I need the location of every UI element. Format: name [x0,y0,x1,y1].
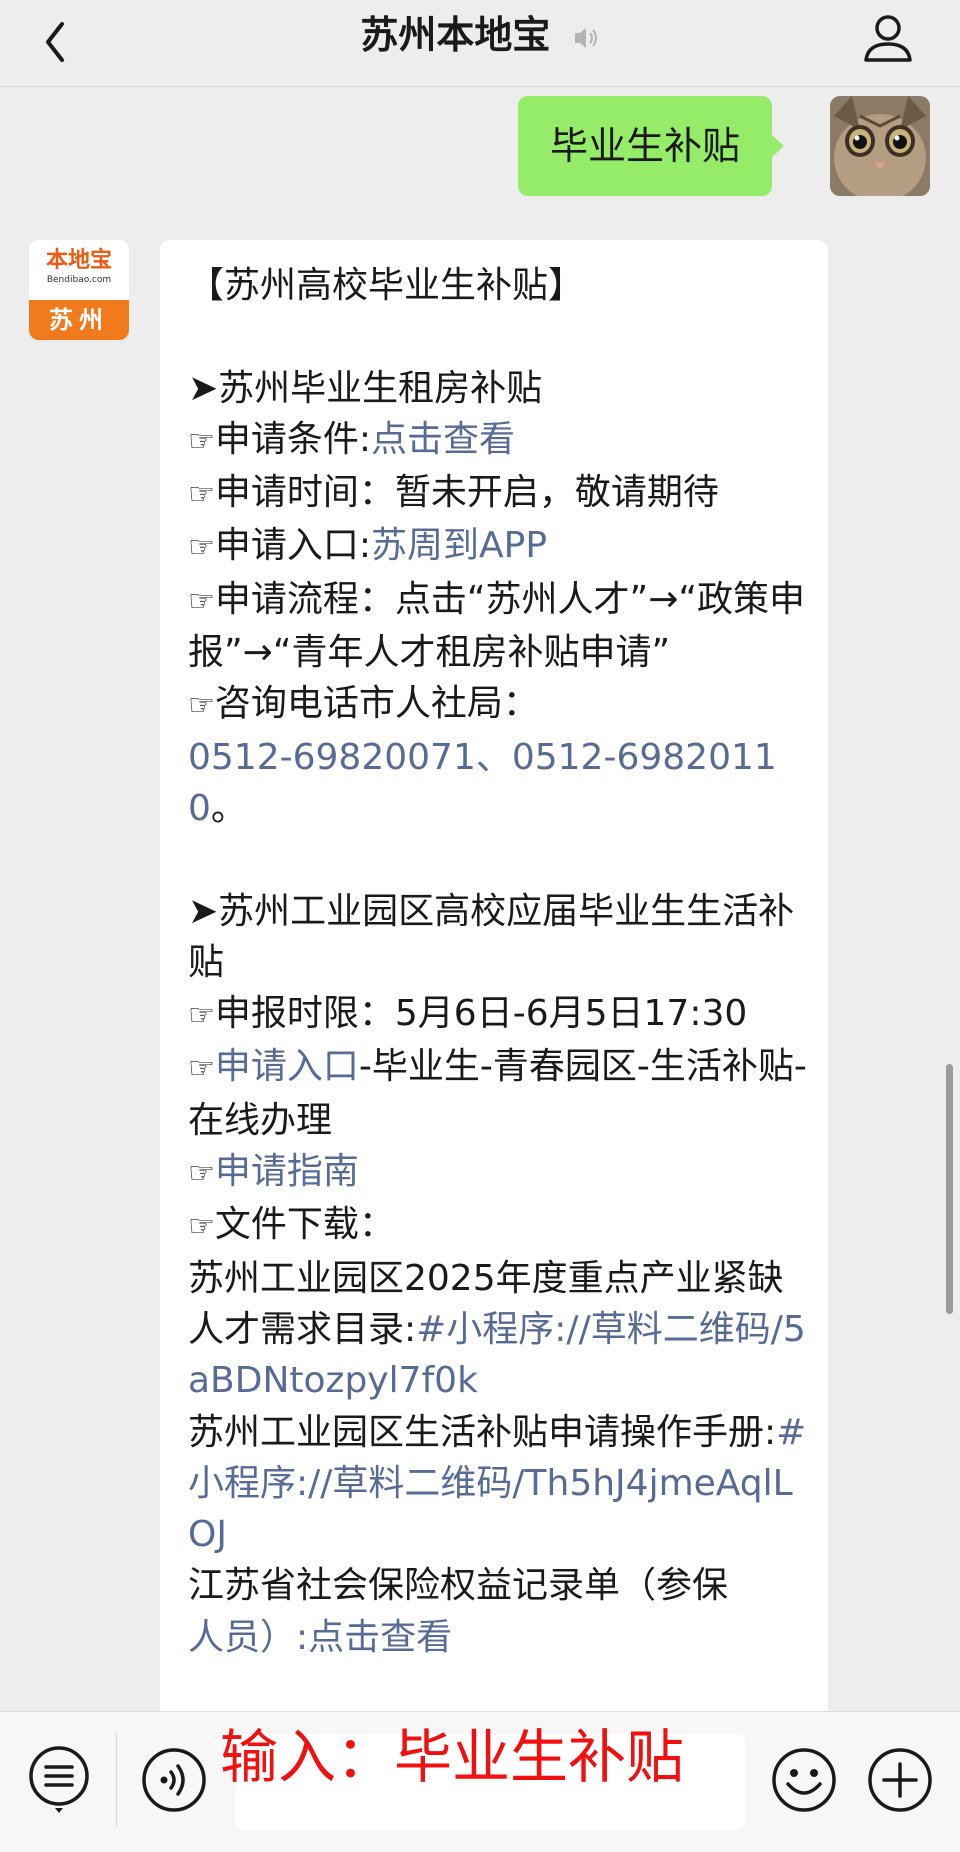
divider [116,1732,117,1827]
pointing-hand-icon: ☞ [188,1156,215,1192]
instruction-overlay: 输入：毕业生补贴 [220,1723,685,1791]
pointing-hand-icon: ☞ [188,423,215,459]
person-icon [864,15,912,62]
voice-button[interactable] [140,1746,208,1814]
apply-entry-link[interactable]: 申请入口 [215,1046,359,1087]
pointing-hand-icon: ☞ [188,998,215,1034]
pointing-hand-icon: ☞ [188,530,215,566]
phone-numbers-link[interactable]: 0512-69820071、0512-69820110 [188,737,777,829]
deadline-text: 申报时限：5月6日-6月5日17:30 [214,993,748,1035]
incoming-message-bubble: 【苏州高校毕业生补贴】 ➤苏州毕业生租房补贴 ☞申请条件:点击查看 ☞申请时间：… [160,240,828,1800]
suzhoudao-app-link[interactable]: 苏周到APP [371,525,547,566]
consult-phone-label: 咨询电话市人社局： [214,683,539,725]
pointing-hand-icon: ☞ [188,583,215,619]
scrollbar[interactable] [946,1064,953,1314]
bot-avatar-logo: 本地宝 Bendibao.com [29,240,129,300]
apply-process-text: 申请流程：点击“苏州人才”→“政策申报”→“青年人才租房补贴申请” [188,578,806,674]
message-body: 【苏州高校毕业生补贴】 ➤苏州毕业生租房补贴 ☞申请条件:点击查看 ☞申请时间：… [188,260,808,1663]
chat-title: 苏州本地宝 [0,10,960,60]
bot-avatar-site: Bendibao.com [46,275,112,285]
pointing-hand-icon: ☞ [188,688,215,724]
file3-view-link[interactable]: 人员）:点击查看 [188,1617,452,1658]
cat-photo-avatar [830,96,930,196]
section2-heading: ➤苏州工业园区高校应届毕业生生活补贴 [188,890,795,983]
menu-button[interactable] [26,1746,92,1813]
file2-text: 苏州工业园区生活补贴申请操作手册: [188,1411,777,1453]
chat-header: 苏州本地宝 [0,0,960,87]
bot-avatar-city: 苏州 [29,300,129,340]
file3-text: 江苏省社会保险权益记录单（参保 [188,1565,729,1607]
pointing-hand-icon: ☞ [188,1209,215,1245]
message-title: 【苏州高校毕业生补贴】 [188,265,585,306]
more-button[interactable] [866,1746,934,1814]
phone-period: 。 [210,787,247,829]
emoji-button[interactable] [770,1746,838,1814]
pointing-hand-icon: ☞ [188,477,215,513]
chat-title-text: 苏州本地宝 [360,13,551,57]
file-download-label: 文件下载： [214,1204,395,1246]
bot-avatar[interactable]: 本地宝 Bendibao.com 苏州 [29,240,129,340]
apply-entry-label: 申请入口: [214,525,372,567]
outgoing-message-bubble[interactable]: 毕业生补贴 [517,96,785,196]
list-menu-icon [29,1746,89,1813]
user-avatar[interactable] [830,96,930,196]
pointing-hand-icon: ☞ [188,1051,215,1087]
voice-icon [142,1748,206,1812]
plus-icon [868,1748,932,1812]
section1-heading: ➤苏州毕业生租房补贴 [188,367,543,409]
speaker-icon [574,27,597,48]
view-conditions-link[interactable]: 点击查看 [371,419,515,460]
smiley-icon [772,1748,836,1812]
bot-avatar-brand: 本地宝 [45,248,112,273]
apply-conditions-label: 申请条件: [214,418,372,460]
profile-button[interactable] [860,8,916,68]
apply-guide-link[interactable]: 申请指南 [215,1151,359,1192]
apply-time-text: 申请时间：暂未开启，敬请期待 [214,472,719,514]
